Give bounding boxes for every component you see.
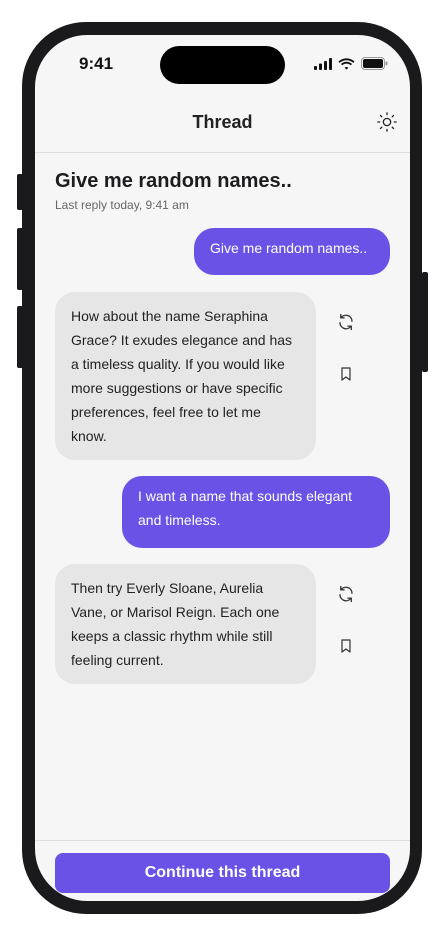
bookmark-button[interactable]: [335, 363, 357, 385]
dynamic-island: [160, 46, 285, 84]
status-time: 9:41: [79, 54, 114, 73]
regenerate-button[interactable]: [335, 311, 357, 333]
regenerate-button[interactable]: [335, 583, 357, 605]
user-message: I want a name that sounds elegant and ti…: [122, 476, 390, 548]
page-title: Thread: [192, 112, 253, 132]
sun-icon: [377, 112, 397, 132]
continue-thread-button[interactable]: Continue this thread: [55, 853, 390, 893]
refresh-icon: [339, 313, 353, 331]
thread-header: Thread: [35, 95, 410, 153]
wifi-icon: [338, 57, 355, 70]
action-button: [17, 174, 23, 210]
screen: 9:41 Thread Give me random names.. Last …: [35, 35, 410, 901]
bookmark-icon: [341, 639, 351, 653]
assistant-message: How about the name Seraphina Grace? It e…: [55, 292, 316, 460]
signal-icon: [314, 57, 332, 70]
status-bar: 9:41: [35, 35, 410, 95]
footer-bar: Continue this thread: [35, 840, 410, 901]
power-button: [422, 272, 428, 372]
volume-up-button: [17, 228, 23, 290]
volume-down-button: [17, 306, 23, 368]
assistant-message: Then try Everly Sloane, Aurelia Vane, or…: [55, 564, 316, 684]
thread-title: Give me random names..: [55, 170, 292, 192]
theme-toggle-button[interactable]: [374, 109, 400, 135]
refresh-icon: [339, 585, 353, 603]
last-reply-timestamp: Last reply today, 9:41 am: [55, 198, 189, 212]
bookmark-button[interactable]: [335, 635, 357, 657]
status-icons: [314, 57, 388, 70]
user-message: Give me random names..: [194, 228, 390, 275]
bookmark-icon: [341, 367, 351, 381]
battery-icon: [361, 57, 388, 70]
